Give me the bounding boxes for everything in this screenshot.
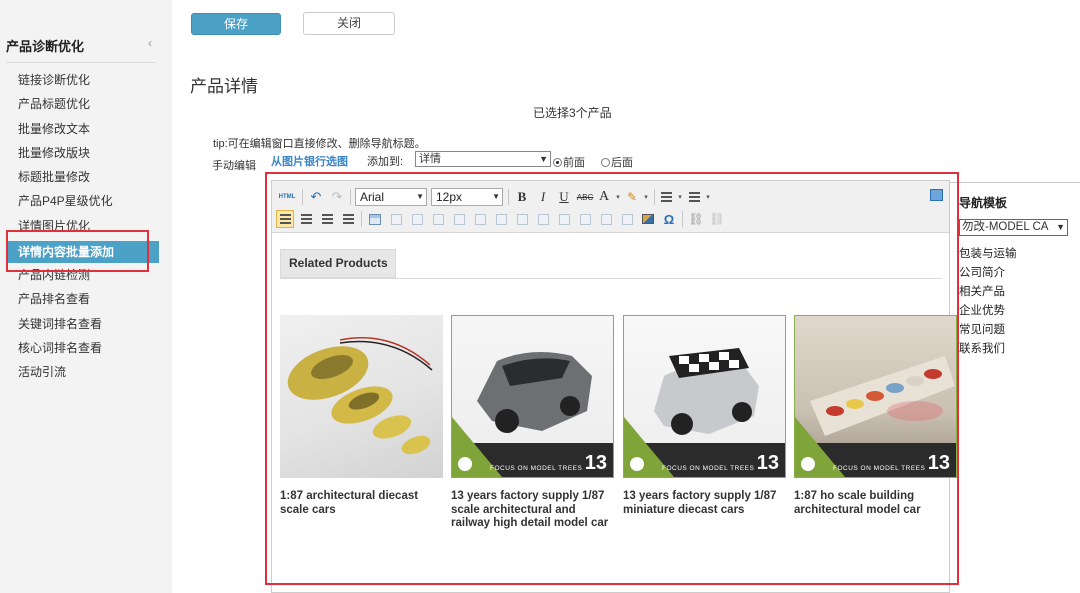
manual-edit-label: 手动编辑 <box>212 160 256 172</box>
sidebar-item-title-optimize[interactable]: 产品标题优化 <box>0 94 172 118</box>
nav-template-item[interactable]: 包装与运输 <box>959 245 1017 264</box>
chevron-down-icon: ▼ <box>1055 220 1065 235</box>
nav-template-list: 包装与运输 公司简介 相关产品 企业优势 常见问题 联系我们 <box>959 245 1017 359</box>
radio-front[interactable]: 前面 <box>553 154 585 170</box>
radio-back[interactable]: 后面 <box>601 154 633 170</box>
highlight-box-editor <box>265 172 959 585</box>
add-to-select-value: 详情 <box>419 153 441 165</box>
sidebar-item-keyword-ranking[interactable]: 关键词排名查看 <box>0 314 172 338</box>
add-to-label: 添加到: <box>367 156 404 168</box>
highlight-box-sidebar <box>6 230 149 272</box>
collapse-icon[interactable]: ‹ <box>148 36 152 50</box>
sidebar: 产品诊断优化 ‹ 链接诊断优化 产品标题优化 批量修改文本 批量修改版块 标题批… <box>0 0 172 593</box>
radio-back-label: 后面 <box>611 157 633 169</box>
sidebar-item-p4p-rating[interactable]: 产品P4P星级优化 <box>0 191 172 215</box>
chevron-down-icon: ▼ <box>539 154 548 164</box>
save-button[interactable]: 保存 <box>191 13 281 35</box>
sidebar-item-batch-title[interactable]: 标题批量修改 <box>0 167 172 191</box>
sidebar-item-core-keyword-ranking[interactable]: 核心词排名查看 <box>0 338 172 362</box>
sidebar-item-batch-section[interactable]: 批量修改版块 <box>0 143 172 167</box>
sidebar-item-batch-text[interactable]: 批量修改文本 <box>0 119 172 143</box>
radio-unchecked-icon <box>601 158 610 167</box>
add-to-select[interactable]: 详情 ▼ <box>415 151 551 167</box>
page-title: 产品详情 <box>190 77 258 96</box>
close-button[interactable]: 关闭 <box>303 12 395 35</box>
nav-template-item[interactable]: 联系我们 <box>959 340 1017 359</box>
nav-template-select-value: 勿改-MODEL CA <box>962 221 1049 233</box>
sidebar-divider <box>6 62 156 63</box>
image-bank-link[interactable]: 从图片银行选图 <box>271 153 348 169</box>
sidebar-item-activity-traffic[interactable]: 活动引流 <box>0 362 172 386</box>
sidebar-item-link-diagnosis[interactable]: 链接诊断优化 <box>0 70 172 94</box>
nav-template-item[interactable]: 企业优势 <box>959 302 1017 321</box>
selected-count: 已选择3个产品 <box>533 106 612 120</box>
sidebar-menu: 链接诊断优化 产品标题优化 批量修改文本 批量修改版块 标题批量修改 产品P4P… <box>0 70 172 387</box>
nav-template-panel: 导航模板 勿改-MODEL CA ▼ 包装与运输 公司简介 相关产品 企业优势 … <box>950 182 1080 362</box>
nav-template-select[interactable]: 勿改-MODEL CA ▼ <box>959 219 1068 236</box>
tip-text: tip:可在编辑窗口直接修改、删除导航标题。 <box>213 138 426 150</box>
sidebar-title: 产品诊断优化 <box>6 39 85 54</box>
radio-checked-icon <box>553 158 562 167</box>
sidebar-item-product-ranking[interactable]: 产品排名查看 <box>0 289 172 313</box>
nav-template-item[interactable]: 相关产品 <box>959 283 1017 302</box>
nav-template-item[interactable]: 常见问题 <box>959 321 1017 340</box>
nav-template-title: 导航模板 <box>959 196 1008 210</box>
radio-front-label: 前面 <box>563 157 585 169</box>
nav-template-item[interactable]: 公司简介 <box>959 264 1017 283</box>
